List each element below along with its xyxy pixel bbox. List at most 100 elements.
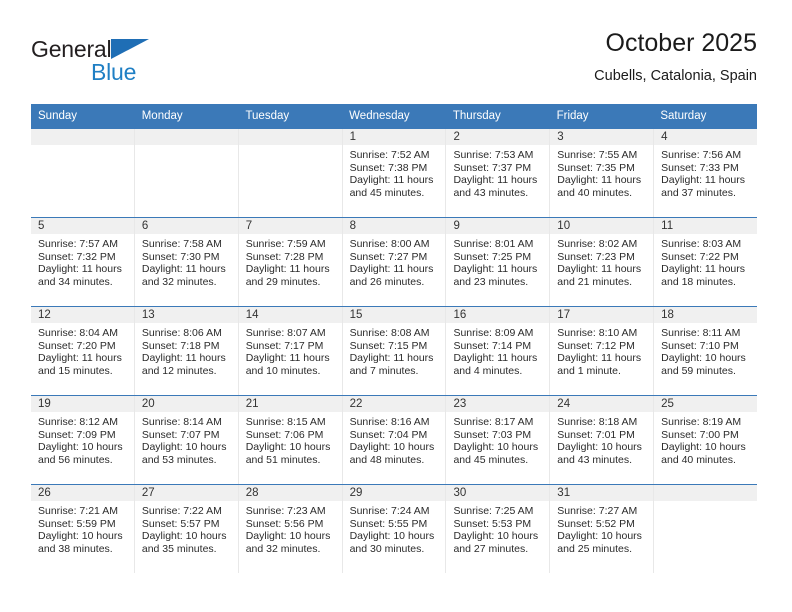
page-title: October 2025 (605, 29, 758, 57)
weekday-header-friday: Friday (556, 110, 589, 122)
day-detail-line: and 38 minutes. (38, 542, 113, 555)
day-detail-line: Sunset: 7:07 PM (141, 428, 220, 441)
triangle-flag-icon (111, 39, 151, 66)
day-detail-line: Sunrise: 8:19 AM (661, 416, 742, 428)
day-details: Sunrise: 8:12 AM Sunset: 7:09 PM Daylight:… (31, 412, 134, 466)
calendar-day-cell[interactable]: 13 Sunrise: 8:06 AM Sunset: 7:18 PM Dayligh… (134, 307, 239, 395)
day-detail-line: Sunrise: 8:01 AM (453, 238, 534, 250)
day-detail-line: Sunrise: 8:07 AM (245, 327, 326, 339)
calendar-day-cell[interactable]: 9 Sunrise: 8:01 AM Sunset: 7:25 PM Daylight… (446, 218, 551, 306)
calendar-day-cell[interactable]: 26 Sunrise: 7:21 AM Sunset: 5:59 PM Dayligh… (31, 485, 135, 573)
calendar-day-cell[interactable]: 16 Sunrise: 8:09 AM Sunset: 7:14 PM Dayligh… (446, 307, 551, 395)
day-number (31, 129, 134, 145)
day-details: Sunrise: 8:11 AM Sunset: 7:10 PM Daylight:… (654, 323, 757, 377)
calendar-day-cell[interactable]: 17 Sunrise: 8:10 AM Sunset: 7:12 PM Dayligh… (550, 307, 655, 395)
day-detail-line: Sunrise: 7:27 AM (557, 505, 638, 517)
calendar-day-cell[interactable]: 5 Sunrise: 7:57 AM Sunset: 7:32 PM Daylight… (31, 218, 135, 306)
calendar-day-cell[interactable]: 7 Sunrise: 7:59 AM Sunset: 7:28 PM Daylight… (238, 218, 343, 306)
calendar-day-cell[interactable]: 31 Sunrise: 7:27 AM Sunset: 5:52 PM Dayligh… (550, 485, 655, 573)
day-detail-line: Sunset: 7:04 PM (349, 428, 428, 441)
day-detail-line: Sunset: 7:10 PM (661, 339, 739, 352)
day-detail-line: Sunrise: 8:12 AM (38, 416, 118, 428)
day-detail-line: Sunset: 7:25 PM (453, 250, 532, 263)
calendar-day-cell[interactable]: 11 Sunrise: 8:03 AM Sunset: 7:22 PM Dayligh… (654, 218, 758, 306)
calendar-day-cell[interactable]: 21 Sunrise: 8:15 AM Sunset: 7:06 PM Dayligh… (238, 396, 343, 484)
day-number: 1 (342, 129, 446, 145)
day-details: Sunrise: 8:00 AM Sunset: 7:27 PM Daylight:… (343, 234, 446, 288)
day-detail-line: and 35 minutes. (141, 542, 217, 555)
day-number: 26 (31, 485, 134, 501)
day-detail-line: Sunset: 7:35 PM (557, 161, 635, 174)
day-detail-line: Sunrise: 8:10 AM (557, 327, 638, 339)
calendar-day-cell[interactable]: 27 Sunrise: 7:22 AM Sunset: 5:57 PM Dayligh… (134, 485, 239, 573)
day-detail-line: and 12 minutes. (141, 364, 217, 377)
day-details: Sunrise: 8:02 AM Sunset: 7:23 PM Daylight:… (550, 234, 653, 288)
day-detail-line: Daylight: 11 hours (245, 263, 330, 276)
calendar-day-cell[interactable]: 1 Sunrise: 7:52 AM Sunset: 7:38 PM Daylight… (342, 129, 447, 217)
day-details: Sunrise: 7:21 AM Sunset: 5:59 PM Daylight:… (31, 501, 134, 555)
calendar-day-cell[interactable]: 20 Sunrise: 8:14 AM Sunset: 7:07 PM Dayligh… (134, 396, 239, 484)
calendar-day-cell[interactable]: 22 Sunrise: 8:16 AM Sunset: 7:04 PM Dayligh… (342, 396, 447, 484)
day-detail-line: Sunrise: 7:24 AM (349, 505, 430, 517)
day-detail-line: Daylight: 11 hours (245, 352, 330, 365)
day-detail-line: Sunset: 7:17 PM (245, 339, 324, 352)
day-detail-line: Sunrise: 8:03 AM (661, 238, 742, 250)
calendar-day-cell[interactable]: 29 Sunrise: 7:24 AM Sunset: 5:55 PM Dayligh… (342, 485, 447, 573)
calendar-day-cell[interactable]: 25 Sunrise: 8:19 AM Sunset: 7:00 PM Dayligh… (654, 396, 758, 484)
calendar-day-cell[interactable]: 14 Sunrise: 8:07 AM Sunset: 7:17 PM Dayligh… (238, 307, 343, 395)
day-detail-line: and 23 minutes. (453, 275, 529, 288)
page-header: General Blue October 2025 Cubells, Catal… (31, 28, 757, 98)
day-detail-line: and 45 minutes. (453, 453, 529, 466)
day-details: Sunrise: 7:27 AM Sunset: 5:52 PM Daylight:… (550, 501, 653, 555)
day-detail-line: Daylight: 10 hours (38, 441, 123, 454)
day-detail-line: Sunset: 7:33 PM (661, 161, 739, 174)
day-detail-line: Sunrise: 7:22 AM (141, 505, 222, 517)
day-detail-line: Daylight: 10 hours (661, 352, 746, 365)
day-detail-line: Daylight: 11 hours (661, 263, 746, 276)
calendar-day-cell[interactable]: 12 Sunrise: 8:04 AM Sunset: 7:20 PM Dayligh… (31, 307, 135, 395)
calendar-week-row: 5 Sunrise: 7:57 AM Sunset: 7:32 PM Daylight… (31, 217, 758, 306)
day-number: 21 (238, 396, 342, 412)
day-detail-line: Sunset: 5:57 PM (141, 517, 220, 530)
calendar-day-cell[interactable]: 18 Sunrise: 8:11 AM Sunset: 7:10 PM Dayligh… (654, 307, 758, 395)
day-detail-line: Daylight: 10 hours (245, 530, 331, 543)
day-detail-line: Daylight: 11 hours (38, 263, 122, 276)
day-number (654, 485, 758, 501)
calendar-day-cell[interactable]: 30 Sunrise: 7:25 AM Sunset: 5:53 PM Dayligh… (446, 485, 551, 573)
day-detail-line: and 26 minutes. (349, 275, 425, 288)
day-detail-line: Sunrise: 7:55 AM (557, 149, 638, 161)
day-detail-line: Sunset: 7:23 PM (557, 250, 635, 263)
day-details: Sunrise: 8:04 AM Sunset: 7:20 PM Daylight:… (31, 323, 134, 377)
brand-logo[interactable]: General Blue (31, 36, 261, 92)
day-number: 22 (342, 396, 446, 412)
calendar-day-cell[interactable]: 2 Sunrise: 7:53 AM Sunset: 7:37 PM Daylight… (446, 129, 551, 217)
day-number: 27 (134, 485, 238, 501)
day-detail-line: Daylight: 10 hours (245, 441, 331, 454)
calendar-day-cell[interactable]: 15 Sunrise: 8:08 AM Sunset: 7:15 PM Dayligh… (342, 307, 447, 395)
calendar-day-cell[interactable]: 19 Sunrise: 8:12 AM Sunset: 7:09 PM Dayligh… (31, 396, 135, 484)
day-detail-line: Sunrise: 8:09 AM (453, 327, 534, 339)
weekday-header-row: Sunday Monday Tuesday Wednesday Thursday Frid… (31, 104, 757, 129)
calendar-day-cell[interactable]: 8 Sunrise: 8:00 AM Sunset: 7:27 PM Daylight… (342, 218, 447, 306)
calendar-weeks: 1 Sunrise: 7:52 AM Sunset: 7:38 PM Daylight… (31, 129, 758, 573)
day-detail-line: Sunrise: 8:11 AM (661, 327, 741, 339)
calendar-day-cell[interactable]: 28 Sunrise: 7:23 AM Sunset: 5:56 PM Dayligh… (238, 485, 343, 573)
day-detail-line: and 34 minutes. (38, 275, 113, 288)
calendar-day-cell[interactable]: 10 Sunrise: 8:02 AM Sunset: 7:23 PM Dayligh… (550, 218, 655, 306)
day-details: Sunrise: 8:10 AM Sunset: 7:12 PM Daylight:… (550, 323, 653, 377)
day-detail-line: Sunset: 7:15 PM (349, 339, 428, 352)
day-number: 29 (342, 485, 446, 501)
calendar-day-cell[interactable]: 24 Sunrise: 8:18 AM Sunset: 7:01 PM Dayligh… (550, 396, 655, 484)
day-number: 5 (31, 218, 134, 234)
day-detail-line: Sunset: 7:28 PM (245, 250, 324, 263)
calendar-day-cell[interactable]: 23 Sunrise: 8:17 AM Sunset: 7:03 PM Dayligh… (446, 396, 551, 484)
calendar-day-cell[interactable]: 3 Sunrise: 7:55 AM Sunset: 7:35 PM Daylight… (550, 129, 655, 217)
calendar-week-row: 26 Sunrise: 7:21 AM Sunset: 5:59 PM Dayligh… (31, 484, 758, 573)
calendar-day-cell[interactable]: 6 Sunrise: 7:58 AM Sunset: 7:30 PM Daylight… (134, 218, 239, 306)
day-number: 19 (31, 396, 134, 412)
day-detail-line: Sunset: 5:55 PM (349, 517, 428, 530)
calendar-day-cell[interactable]: 4 Sunrise: 7:56 AM Sunset: 7:33 PM Daylight… (654, 129, 758, 217)
day-detail-line: Daylight: 10 hours (349, 530, 435, 543)
day-detail-line: Sunrise: 8:06 AM (141, 327, 222, 339)
day-detail-line: Sunrise: 8:14 AM (141, 416, 222, 428)
